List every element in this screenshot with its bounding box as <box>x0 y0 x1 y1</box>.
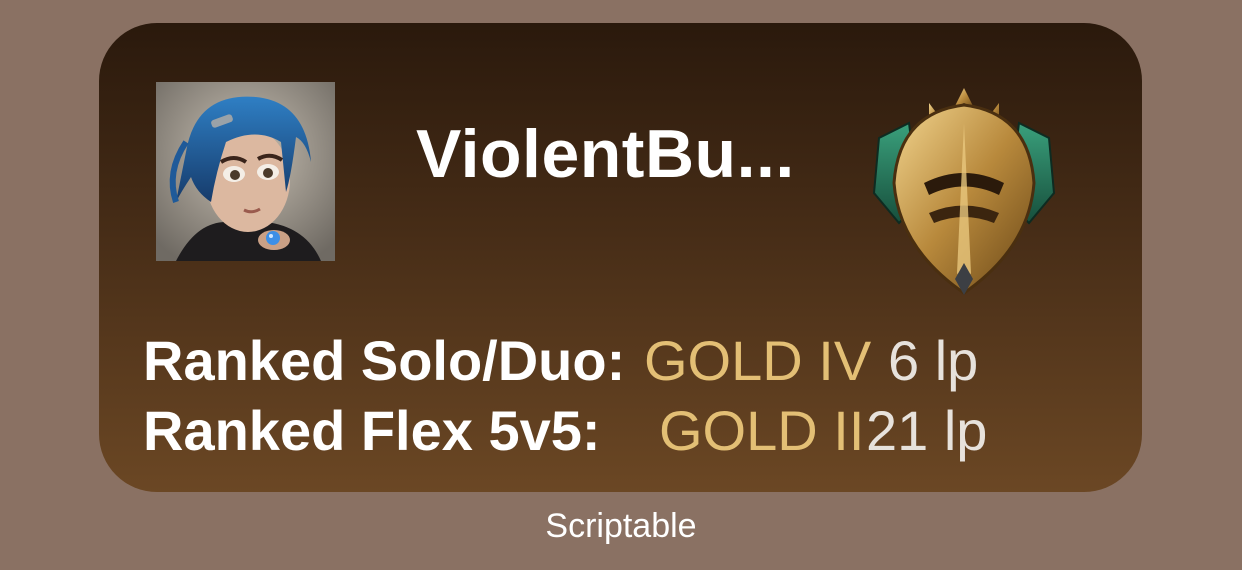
queue-label: Ranked Flex 5v5: <box>143 399 601 462</box>
lp-label: 21 lp <box>866 399 988 462</box>
avatar-image <box>156 82 335 261</box>
summoner-name: ViolentBu... <box>416 116 795 192</box>
tier-label: GOLD IV <box>644 329 872 392</box>
lp-label: 6 lp <box>888 329 979 392</box>
queue-label: Ranked Solo/Duo: <box>143 329 626 392</box>
tier-label: GOLD II <box>659 399 865 462</box>
lol-rank-widget[interactable]: ViolentBu... Ranked Solo/Duo: GOLD IV 6 … <box>99 23 1142 492</box>
summoner-avatar <box>156 82 335 261</box>
gold-rank-emblem-icon <box>869 83 1059 298</box>
widget-app-caption: Scriptable <box>545 507 697 545</box>
